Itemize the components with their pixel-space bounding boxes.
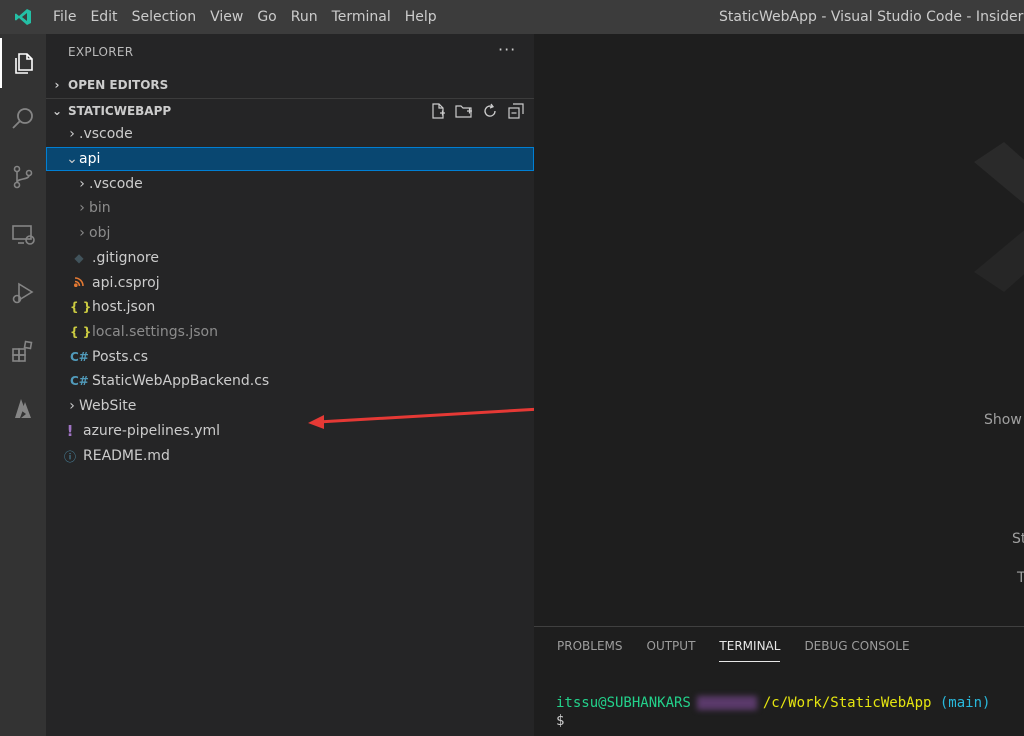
tree-item-label: Posts.cs <box>92 349 149 365</box>
terminal-branch: (main) <box>939 695 991 711</box>
editor-area: Show St T <box>534 34 1024 626</box>
terminal-path: /c/Work/StaticWebApp <box>762 695 932 711</box>
tree-item-label: WebSite <box>79 398 137 414</box>
json-file-icon: { } <box>70 325 92 339</box>
yaml-file-icon: ! <box>66 422 74 440</box>
explorer-icon[interactable] <box>0 38 46 88</box>
search-icon[interactable] <box>0 94 46 144</box>
tab-output[interactable]: OUTPUT <box>647 639 696 662</box>
remote-explorer-icon[interactable] <box>0 210 46 260</box>
title-bar: File Edit Selection View Go Run Terminal… <box>0 0 1024 34</box>
panel-tabs: PROBLEMS OUTPUT TERMINAL DEBUG CONSOLE <box>557 639 934 662</box>
tree-item-label: obj <box>89 225 111 241</box>
source-control-icon[interactable] <box>0 152 46 202</box>
editor-hint-t: T <box>1017 570 1024 586</box>
more-actions-icon[interactable]: ··· <box>498 40 516 59</box>
chevron-right-icon: › <box>79 176 85 192</box>
terminal-input-line[interactable]: $ <box>556 713 564 729</box>
csharp-file-icon: C# <box>70 374 89 388</box>
bottom-panel: PROBLEMS OUTPUT TERMINAL DEBUG CONSOLE i… <box>534 626 1024 736</box>
tree-item-host-json[interactable]: { } host.json <box>46 295 534 319</box>
tree-item-api-csproj[interactable]: api.csproj <box>46 271 534 295</box>
vscode-logo-icon <box>0 0 46 34</box>
tree-item-label: api.csproj <box>92 275 160 291</box>
chevron-right-icon: › <box>79 200 85 216</box>
open-editors-section[interactable]: › OPEN EDITORS <box>46 73 534 97</box>
chevron-down-icon: ⌄ <box>51 103 63 118</box>
menu-bar: File Edit Selection View Go Run Terminal… <box>46 0 444 34</box>
tree-item-vscode[interactable]: › .vscode <box>46 122 534 146</box>
rss-file-icon <box>70 276 88 290</box>
tree-item-readme[interactable]: ⓘ README.md <box>46 444 534 468</box>
menu-edit[interactable]: Edit <box>83 0 124 34</box>
explorer-sidebar: EXPLORER ··· › OPEN EDITORS ⌄ STATICWEBA… <box>46 34 560 736</box>
extensions-icon[interactable] <box>0 326 46 376</box>
project-section[interactable]: ⌄ STATICWEBAPP <box>46 98 534 122</box>
tree-item-posts-cs[interactable]: C# Posts.cs <box>46 345 534 369</box>
tree-item-label: StaticWebAppBackend.cs <box>92 373 270 389</box>
explorer-header: EXPLORER <box>68 45 134 59</box>
menu-selection[interactable]: Selection <box>125 0 204 34</box>
redacted-text <box>696 696 757 710</box>
menu-view[interactable]: View <box>203 0 250 34</box>
vscode-watermark-icon <box>974 142 1024 292</box>
json-file-icon: { } <box>70 300 92 314</box>
tree-item-api[interactable]: ⌄ api <box>46 147 534 171</box>
tree-item-backend-cs[interactable]: C# StaticWebAppBackend.cs <box>46 369 534 393</box>
tree-item-gitignore[interactable]: ◆ .gitignore <box>46 246 534 270</box>
editor-hint-st: St <box>1012 531 1024 547</box>
menu-help[interactable]: Help <box>398 0 444 34</box>
tree-item-label: README.md <box>83 448 170 464</box>
tree-item-label: .gitignore <box>92 250 159 266</box>
menu-file[interactable]: File <box>46 0 83 34</box>
tab-problems[interactable]: PROBLEMS <box>557 639 623 662</box>
terminal-prompt-line[interactable]: itssu@SUBHANKARS/c/Work/StaticWebApp (ma… <box>556 695 990 711</box>
tree-item-label: local.settings.json <box>92 324 218 340</box>
menu-terminal[interactable]: Terminal <box>325 0 398 34</box>
window-title: StaticWebApp - Visual Studio Code - Insi… <box>719 9 1024 25</box>
tree-item-label: host.json <box>92 299 156 315</box>
editor-hint-show: Show <box>984 412 1022 428</box>
chevron-down-icon: ⌄ <box>66 151 78 167</box>
tree-item-label: api <box>79 151 101 167</box>
collapse-all-icon[interactable] <box>506 101 526 121</box>
tree-item-label: .vscode <box>79 126 133 142</box>
menu-go[interactable]: Go <box>250 0 283 34</box>
chevron-right-icon: › <box>69 398 75 414</box>
tab-terminal[interactable]: TERMINAL <box>719 639 781 662</box>
tab-debug-console[interactable]: DEBUG CONSOLE <box>804 639 909 662</box>
chevron-right-icon: › <box>79 225 85 241</box>
tree-item-label: .vscode <box>89 176 143 192</box>
open-editors-label: OPEN EDITORS <box>68 78 169 92</box>
tree-item-api-vscode[interactable]: › .vscode <box>46 172 534 196</box>
chevron-right-icon: › <box>54 78 60 92</box>
tree-item-obj[interactable]: › obj <box>46 221 534 245</box>
refresh-icon[interactable] <box>480 101 500 121</box>
azure-icon[interactable] <box>0 384 46 434</box>
new-folder-icon[interactable] <box>454 101 474 121</box>
tree-item-local-settings[interactable]: { } local.settings.json <box>46 320 534 344</box>
git-file-icon: ◆ <box>74 251 84 265</box>
csharp-file-icon: C# <box>70 350 89 364</box>
info-icon: ⓘ <box>63 449 76 464</box>
menu-run[interactable]: Run <box>284 0 325 34</box>
explorer-actions <box>428 101 526 121</box>
chevron-right-icon: › <box>69 126 75 142</box>
activity-bar <box>0 34 46 736</box>
project-label: STATICWEBAPP <box>68 103 172 118</box>
annotation-arrow-icon <box>308 406 560 429</box>
new-file-icon[interactable] <box>428 101 448 121</box>
tree-item-label: bin <box>89 200 111 216</box>
run-debug-icon[interactable] <box>0 268 46 318</box>
terminal-user: itssu@SUBHANKARS <box>556 695 691 711</box>
tree-item-bin[interactable]: › bin <box>46 196 534 220</box>
tree-item-label: azure-pipelines.yml <box>83 423 221 439</box>
